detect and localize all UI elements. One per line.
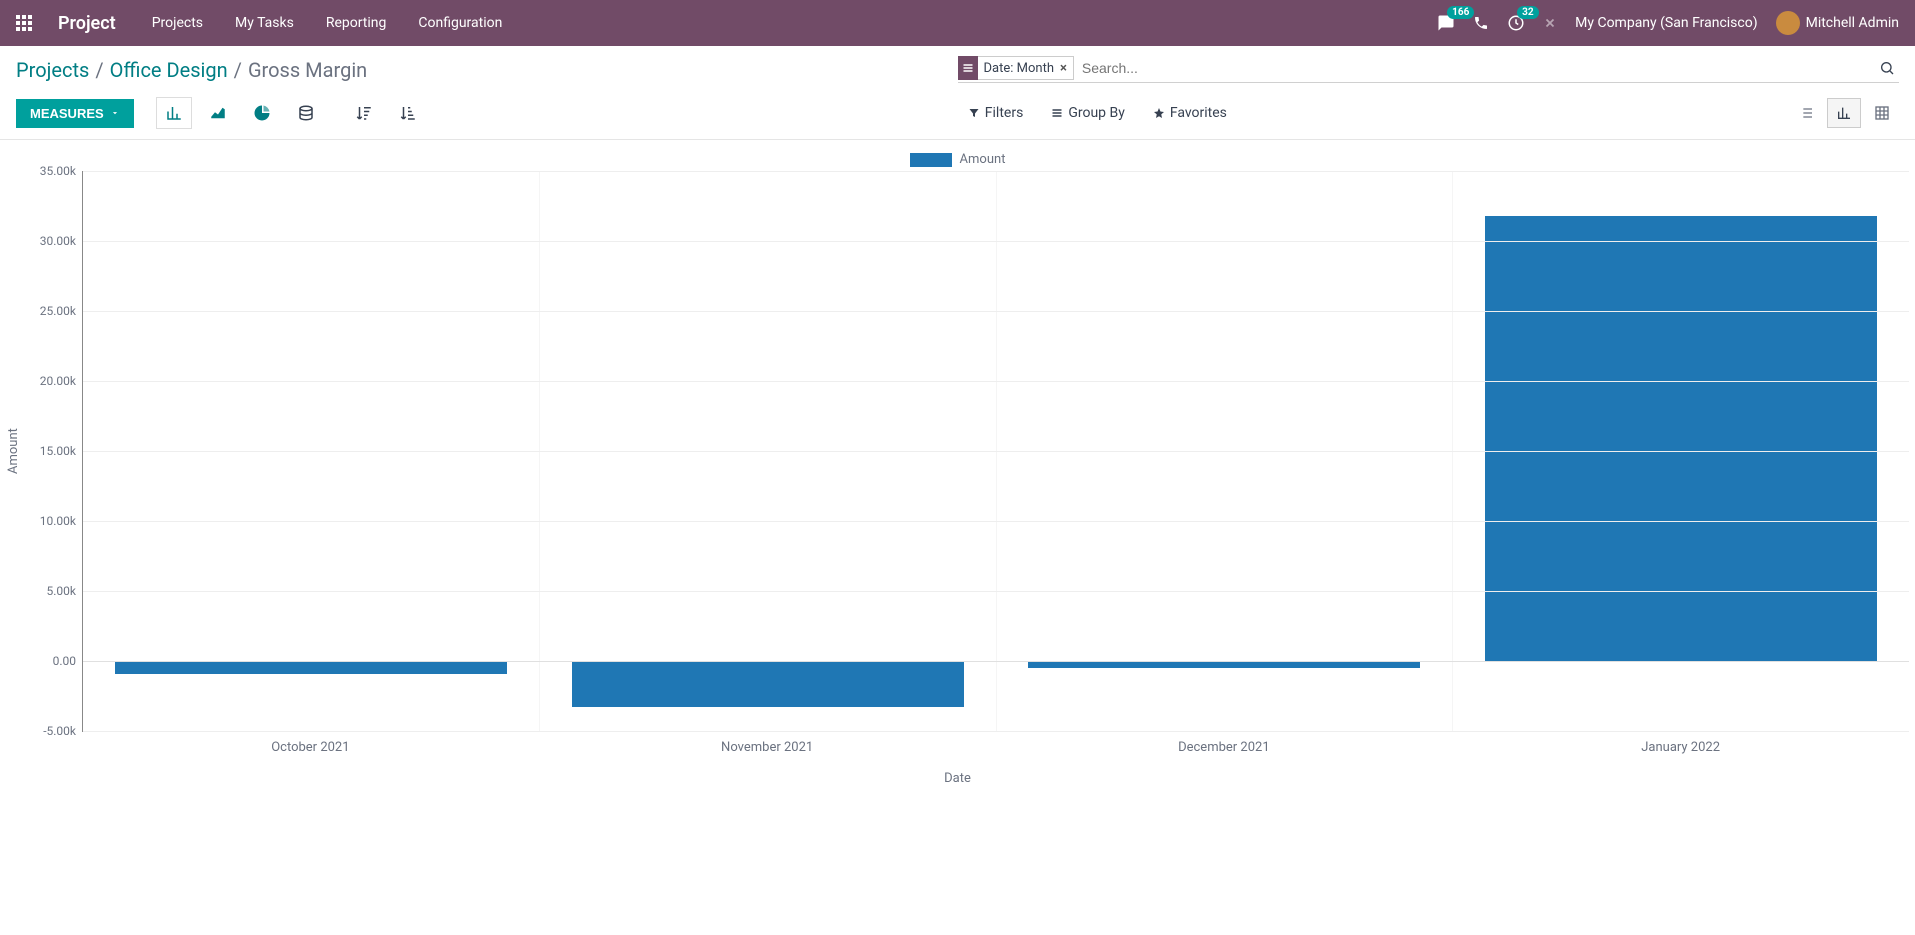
- y-tick: 30.00k: [40, 234, 76, 248]
- bar[interactable]: [1028, 661, 1420, 668]
- breadcrumb-gross-margin: Gross Margin: [248, 58, 367, 82]
- app-brand[interactable]: Project: [58, 13, 116, 34]
- user-name: Mitchell Admin: [1806, 15, 1899, 31]
- y-axis: -5.00k0.005.00k10.00k15.00k20.00k25.00k3…: [26, 171, 82, 731]
- search-input[interactable]: [1074, 56, 1875, 80]
- bar[interactable]: [572, 661, 964, 707]
- breadcrumb: Projects / Office Design / Gross Margin: [16, 58, 367, 82]
- topbar-right: 166 32 My Company (San Francisco) Mitche…: [1437, 11, 1899, 35]
- topbar-left: Project Projects My Tasks Reporting Conf…: [16, 11, 508, 35]
- x-axis: October 2021November 2021December 2021Ja…: [82, 732, 1909, 755]
- user-menu[interactable]: Mitchell Admin: [1776, 11, 1899, 35]
- apps-icon[interactable]: [16, 15, 32, 31]
- y-tick: 35.00k: [40, 164, 76, 178]
- facet-remove-icon[interactable]: ×: [1060, 61, 1067, 76]
- y-tick: 20.00k: [40, 374, 76, 388]
- nav-configuration[interactable]: Configuration: [412, 11, 508, 35]
- x-tick: November 2021: [539, 732, 996, 755]
- y-tick: 15.00k: [40, 444, 76, 458]
- list-view-icon[interactable]: [1789, 98, 1823, 128]
- breadcrumb-sep: /: [234, 58, 242, 82]
- sort-desc-icon[interactable]: [346, 97, 382, 129]
- facet-label: Date: Month: [984, 61, 1054, 76]
- avatar: [1776, 11, 1800, 35]
- legend-label: Amount: [960, 152, 1006, 167]
- activities-badge: 32: [1517, 6, 1538, 19]
- search-bar: Date: Month ×: [958, 56, 1900, 83]
- star-icon: [1153, 107, 1165, 119]
- nav-my-tasks[interactable]: My Tasks: [229, 11, 300, 35]
- stacked-icon[interactable]: [288, 97, 324, 129]
- measures-button[interactable]: MEASURES: [16, 99, 134, 128]
- favorites-label: Favorites: [1170, 105, 1227, 121]
- pie-chart-icon[interactable]: [244, 97, 280, 129]
- bar[interactable]: [1485, 216, 1877, 661]
- breadcrumb-projects[interactable]: Projects: [16, 58, 89, 82]
- x-tick: January 2022: [1452, 732, 1909, 755]
- y-tick: -5.00k: [43, 724, 76, 738]
- groupby-facet-icon: [958, 56, 978, 80]
- plot-area: [82, 171, 1909, 731]
- bar[interactable]: [115, 661, 507, 674]
- breadcrumb-sep: /: [95, 58, 103, 82]
- filters-label: Filters: [985, 105, 1024, 121]
- y-tick: 5.00k: [47, 584, 76, 598]
- favorites-button[interactable]: Favorites: [1153, 105, 1227, 121]
- control-panel: Projects / Office Design / Gross Margin …: [0, 46, 1915, 139]
- close-tray-icon[interactable]: [1543, 16, 1557, 30]
- x-tick: December 2021: [996, 732, 1453, 755]
- messages-badge: 166: [1447, 6, 1474, 19]
- sort-asc-icon[interactable]: [390, 97, 426, 129]
- topbar: Project Projects My Tasks Reporting Conf…: [0, 0, 1915, 46]
- list-icon: [1051, 107, 1063, 119]
- caret-down-icon: [110, 108, 120, 118]
- company-selector[interactable]: My Company (San Francisco): [1575, 15, 1757, 31]
- funnel-icon: [968, 107, 980, 119]
- breadcrumb-office-design[interactable]: Office Design: [110, 58, 228, 82]
- y-tick: 0.00: [53, 654, 76, 668]
- chart-legend: Amount: [6, 152, 1909, 167]
- line-chart-icon[interactable]: [200, 97, 236, 129]
- y-tick: 25.00k: [40, 304, 76, 318]
- phone-icon[interactable]: [1473, 15, 1489, 31]
- pivot-view-icon[interactable]: [1865, 98, 1899, 128]
- filters-button[interactable]: Filters: [968, 105, 1024, 121]
- y-tick: 10.00k: [40, 514, 76, 528]
- x-tick: October 2021: [82, 732, 539, 755]
- x-axis-label: Date: [6, 771, 1909, 786]
- bar-chart-icon[interactable]: [156, 97, 192, 129]
- search-icon[interactable]: [1875, 56, 1899, 80]
- search-facet-date-month[interactable]: Date: Month ×: [958, 56, 1074, 80]
- measures-label: MEASURES: [30, 106, 104, 121]
- legend-swatch: [910, 153, 952, 167]
- graph-view-icon[interactable]: [1827, 98, 1861, 128]
- groupby-button[interactable]: Group By: [1051, 105, 1125, 121]
- nav-reporting[interactable]: Reporting: [320, 11, 393, 35]
- y-axis-label: Amount: [6, 171, 26, 731]
- groupby-label: Group By: [1068, 105, 1125, 121]
- activities-icon[interactable]: 32: [1507, 14, 1525, 32]
- messages-icon[interactable]: 166: [1437, 14, 1455, 32]
- nav-projects[interactable]: Projects: [146, 11, 209, 35]
- chart-area: Amount Amount -5.00k 0.00 5.00k 10.00k 15.00…: [0, 140, 1915, 786]
